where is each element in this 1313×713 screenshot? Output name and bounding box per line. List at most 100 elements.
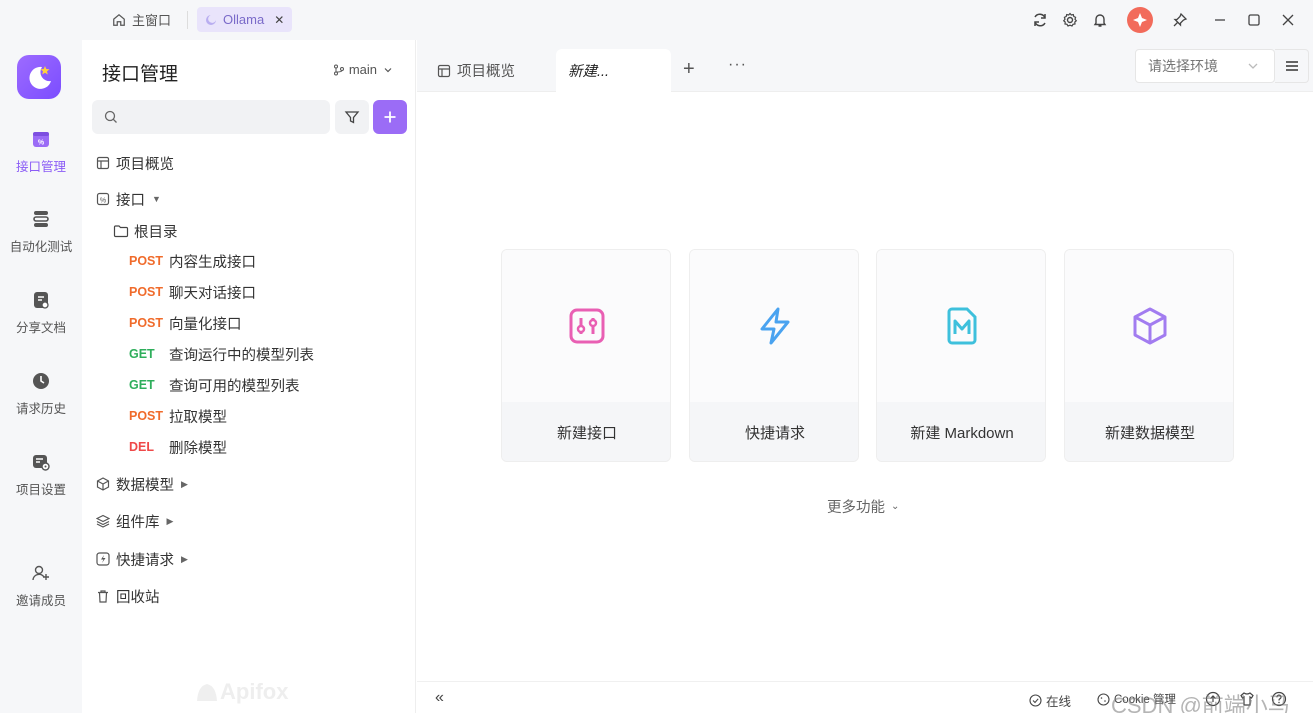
method-badge: POST [129,409,164,423]
app-logo [17,55,61,99]
quick-request-card[interactable]: 快捷请求 [689,249,859,462]
card-icon-area [877,250,1045,402]
tree-item-components[interactable]: 组件库 ▶ [94,508,428,534]
nav-project-settings[interactable]: 项目设置 [0,451,82,498]
nav-label: 自动化测试 [9,240,73,254]
nav-label: 分享文档 [15,321,66,335]
environment-menu-button[interactable] [1275,49,1309,83]
cube-icon [94,477,112,491]
card-label: 新建 Markdown [877,402,1045,461]
tree-item-label: 根目录 [134,224,178,241]
tree-item-overview[interactable]: 项目概览 [94,150,428,176]
endpoint-item[interactable]: POST 拉取模型 [129,403,463,429]
endpoint-item[interactable]: POST 向量化接口 [129,310,463,336]
branch-name: main [348,62,377,77]
new-api-card[interactable]: 新建接口 [501,249,671,462]
environment-select[interactable] [1135,49,1275,83]
tree-item-data-model[interactable]: 数据模型 ▶ [94,471,428,497]
tab-label: 新建... [568,64,610,80]
endpoint-item[interactable]: GET 查询运行中的模型列表 [129,341,463,367]
card-icon-area [1065,250,1233,402]
endpoint-item[interactable]: POST 内容生成接口 [129,248,463,274]
new-data-model-card[interactable]: 新建数据模型 [1064,249,1234,462]
endpoint-name: 内容生成接口 [169,254,256,271]
maximize-icon[interactable] [1239,5,1269,35]
endpoint-name: 向量化接口 [169,316,242,333]
tree-item-label: 项目概览 [116,156,174,173]
caret-down-icon: ▼ [152,194,161,204]
nav-request-history[interactable]: 请求历史 [0,370,82,417]
primary-sidebar: % 接口管理 自动化测试 分享文档 请求历史 项目设置 邀请成员 [0,40,82,713]
method-badge: GET [129,347,155,361]
method-badge: POST [129,254,164,268]
nav-invite-members[interactable]: 邀请成员 [0,562,82,609]
nav-api-management[interactable]: % 接口管理 [0,128,82,175]
endpoint-item[interactable]: DEL 删除模型 [129,434,463,460]
sync-icon[interactable] [1025,5,1055,35]
endpoint-name: 聊天对话接口 [169,285,256,302]
chevron-down-icon [1248,63,1258,69]
tree-folder-api[interactable]: % 接口 ▼ [94,186,428,212]
collapse-sidebar-button[interactable]: « [435,689,444,707]
online-label: 在线 [1046,695,1072,709]
tab-divider [187,11,188,29]
user-avatar[interactable] [1127,7,1153,33]
close-window-icon[interactable] [1273,5,1303,35]
filter-icon [344,111,360,124]
lightning-icon [760,307,790,345]
app-window: 主窗口 Ollama ✕ % 接口管理 自动化测试 分享文档 请求历史 项目设置… [0,0,1313,713]
nav-automation-test[interactable]: 自动化测试 [0,208,82,255]
new-markdown-card[interactable]: 新建 Markdown [876,249,1046,462]
main-content: 项目概览 新建... + ··· 新建接口 [417,40,1313,713]
tree-item-recycle-bin[interactable]: 回收站 [94,583,428,609]
tab-new[interactable]: 新建... [556,49,671,92]
search-input[interactable] [126,109,316,125]
more-functions-toggle[interactable]: 更多功能 ⌄ [827,496,899,517]
online-status[interactable]: 在线 [1029,691,1071,710]
more-tabs-button[interactable]: ··· [728,56,747,74]
close-tab-icon[interactable]: ✕ [274,13,284,27]
endpoint-item[interactable]: GET 查询可用的模型列表 [129,372,463,398]
project-tab-ollama[interactable]: Ollama ✕ [197,7,293,32]
pin-icon[interactable] [1165,5,1195,35]
check-circle-icon [1029,694,1042,707]
quick-request-icon [94,552,112,566]
notification-bell-icon[interactable] [1085,5,1115,35]
branch-selector[interactable]: main [333,62,397,77]
add-button[interactable] [373,100,407,134]
card-label: 新建数据模型 [1065,402,1233,461]
endpoint-item[interactable]: POST 聊天对话接口 [129,279,463,305]
branch-icon [333,64,344,75]
home-icon [113,13,125,26]
nav-label: 接口管理 [15,160,66,174]
hamburger-menu-icon [1285,61,1298,71]
tree-folder-root[interactable]: 根目录 [112,218,446,244]
share-doc-icon [30,289,52,311]
nav-share-docs[interactable]: 分享文档 [0,289,82,336]
tree-item-label: 快捷请求 [116,552,174,569]
layers-icon [94,514,112,528]
settings-gear-icon[interactable] [1055,5,1085,35]
nav-label: 请求历史 [15,402,66,416]
endpoint-name: 拉取模型 [169,409,227,426]
add-tab-button[interactable]: + [683,58,695,81]
tree-item-quick-request[interactable]: 快捷请求 ▶ [94,546,428,572]
tab-project-overview[interactable]: 项目概览 [425,49,527,92]
plus-icon [384,111,396,123]
minimize-icon[interactable] [1205,5,1235,35]
status-bar: « 在线 Cookie 管理 CSDN @前端小马 [417,681,1313,713]
environment-input[interactable] [1148,58,1238,74]
more-functions-label: 更多功能 [827,500,885,516]
tree-item-label: 接口 [116,192,145,209]
endpoint-name: 查询可用的模型列表 [169,378,300,395]
new-api-icon [569,308,605,344]
method-badge: GET [129,378,155,392]
cube-icon [1133,307,1167,345]
method-badge: POST [129,316,164,330]
api-icon: % [30,128,52,150]
home-window-tab[interactable]: 主窗口 [104,7,179,32]
caret-right-icon: ▶ [181,553,188,564]
method-badge: POST [129,285,164,299]
invite-member-icon [30,562,52,584]
filter-button[interactable] [335,100,369,134]
